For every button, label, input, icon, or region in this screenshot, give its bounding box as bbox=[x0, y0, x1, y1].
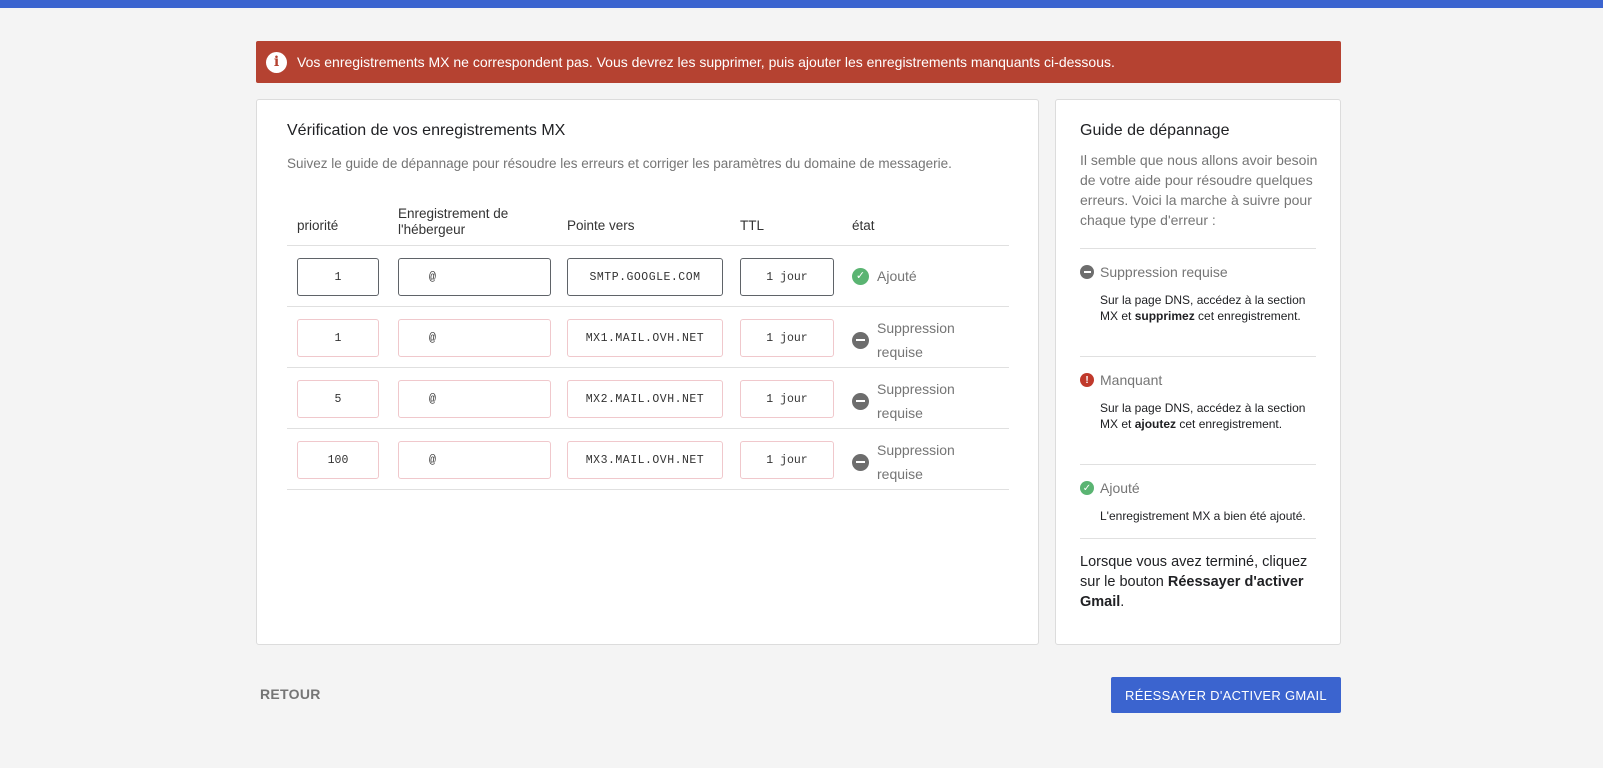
guide-item-missing: ! Manquant bbox=[1080, 372, 1162, 388]
info-icon: i bbox=[266, 51, 287, 73]
points-to-field[interactable]: SMTP.GOOGLE.COM bbox=[567, 258, 723, 296]
guide-item-text: Sur la page DNS, accédez à la section MX… bbox=[1100, 293, 1306, 323]
points-to-field[interactable]: MX1.MAIL.OVH.NET bbox=[567, 319, 723, 357]
guide-item-label: Suppression requise bbox=[1100, 264, 1228, 280]
column-points-to: Pointe vers bbox=[567, 218, 635, 233]
column-priority: priorité bbox=[297, 218, 339, 233]
ttl-field[interactable]: 1 jour bbox=[740, 441, 834, 479]
priority-field[interactable]: 1 bbox=[297, 319, 379, 357]
mx-records-table: priorité Enregistrement de l'hébergeur P… bbox=[287, 204, 1009, 490]
retry-activate-gmail-button[interactable]: RÉESSAYER D'ACTIVER GMAIL bbox=[1111, 677, 1341, 713]
guide-intro: Il semble que nous allons avoir besoin d… bbox=[1080, 152, 1318, 228]
card-title: Vérification de vos enregistrements MX bbox=[287, 122, 566, 139]
guide-item-added: ✓ Ajouté bbox=[1080, 480, 1140, 496]
divider bbox=[1080, 356, 1316, 357]
ttl-field[interactable]: 1 jour bbox=[740, 319, 834, 357]
guide-item-text: Sur la page DNS, accédez à la section MX… bbox=[1100, 401, 1306, 431]
minus-circle-icon bbox=[1080, 265, 1094, 279]
host-field[interactable]: @ bbox=[398, 380, 551, 418]
back-button[interactable]: RETOUR bbox=[260, 686, 321, 702]
record-state: Suppression requise bbox=[852, 438, 967, 486]
guide-title: Guide de dépannage bbox=[1080, 122, 1230, 139]
column-ttl: TTL bbox=[740, 218, 765, 233]
record-state: Suppression requise bbox=[852, 377, 967, 425]
host-field[interactable]: @ bbox=[398, 319, 551, 357]
table-row: 1 @ MX1.MAIL.OVH.NET 1 jour Suppression … bbox=[287, 307, 1009, 368]
guide-item-label: Manquant bbox=[1100, 372, 1163, 388]
card-subtitle: Suivez le guide de dépannage pour résoud… bbox=[287, 156, 952, 171]
check-circle-icon: ✓ bbox=[852, 267, 869, 285]
minus-circle-icon bbox=[852, 392, 869, 410]
table-header: priorité Enregistrement de l'hébergeur P… bbox=[287, 204, 1009, 246]
guide-footer: Lorsque vous avez terminé, cliquez sur l… bbox=[1080, 554, 1308, 610]
minus-circle-icon bbox=[852, 331, 869, 349]
column-host: Enregistrement de l'hébergeur bbox=[398, 206, 509, 237]
host-field[interactable]: @ bbox=[398, 441, 551, 479]
top-progress-bar bbox=[0, 0, 1603, 8]
ttl-field[interactable]: 1 jour bbox=[740, 258, 834, 296]
state-label: Ajouté bbox=[877, 268, 917, 284]
column-state: état bbox=[852, 218, 875, 233]
priority-field[interactable]: 5 bbox=[297, 380, 379, 418]
host-field[interactable]: @ bbox=[398, 258, 551, 296]
points-to-field[interactable]: MX2.MAIL.OVH.NET bbox=[567, 380, 723, 418]
state-label: Suppression requise bbox=[877, 381, 955, 421]
table-row: 5 @ MX2.MAIL.OVH.NET 1 jour Suppression … bbox=[287, 368, 1009, 429]
record-state: ✓ Ajouté bbox=[852, 264, 967, 288]
state-label: Suppression requise bbox=[877, 442, 955, 482]
mx-verification-card: Vérification de vos enregistrements MX S… bbox=[256, 99, 1039, 645]
points-to-field[interactable]: MX3.MAIL.OVH.NET bbox=[567, 441, 723, 479]
divider bbox=[1080, 538, 1316, 539]
guide-item-delete: Suppression requise bbox=[1080, 264, 1228, 280]
troubleshooting-guide: Guide de dépannage Il semble que nous al… bbox=[1055, 99, 1341, 645]
state-label: Suppression requise bbox=[877, 320, 955, 360]
minus-circle-icon bbox=[852, 453, 869, 471]
divider bbox=[1080, 464, 1316, 465]
divider bbox=[1080, 248, 1316, 249]
alert-circle-icon: ! bbox=[1080, 373, 1094, 387]
error-alert: i Vos enregistrements MX ne corresponden… bbox=[256, 41, 1341, 83]
alert-message: Vos enregistrements MX ne correspondent … bbox=[297, 54, 1115, 70]
ttl-field[interactable]: 1 jour bbox=[740, 380, 834, 418]
table-row: 1 @ SMTP.GOOGLE.COM 1 jour ✓ Ajouté bbox=[287, 246, 1009, 307]
priority-field[interactable]: 100 bbox=[297, 441, 379, 479]
priority-field[interactable]: 1 bbox=[297, 258, 379, 296]
record-state: Suppression requise bbox=[852, 316, 967, 364]
check-circle-icon: ✓ bbox=[1080, 481, 1094, 495]
guide-item-label: Ajouté bbox=[1100, 480, 1140, 496]
table-row: 100 @ MX3.MAIL.OVH.NET 1 jour Suppressio… bbox=[287, 429, 1009, 490]
guide-item-text: L'enregistrement MX a bien été ajouté. bbox=[1100, 509, 1306, 523]
